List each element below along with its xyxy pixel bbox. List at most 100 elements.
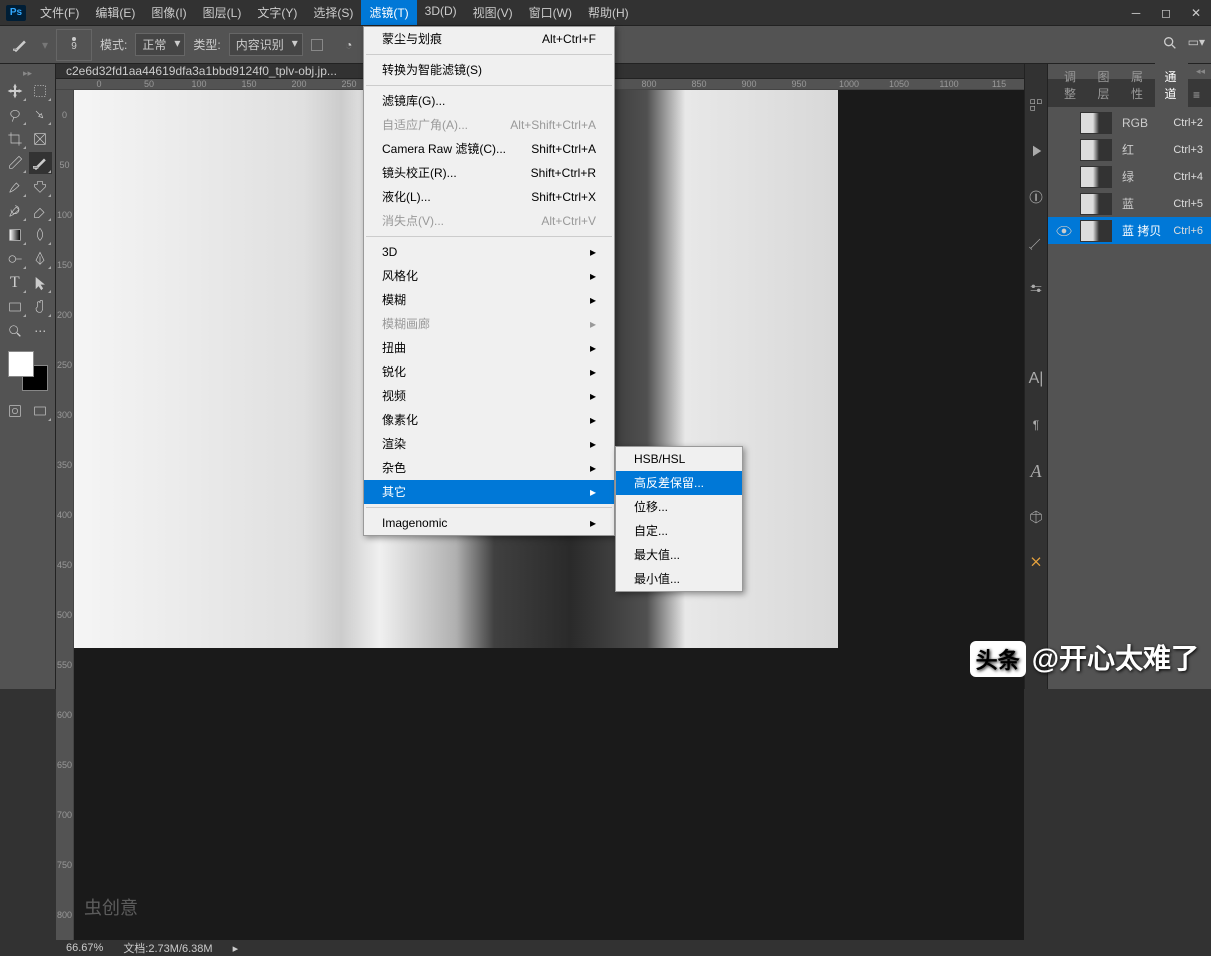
menu-row[interactable]: 锐化▸: [364, 360, 614, 384]
submenu-row[interactable]: 高反差保留...: [616, 471, 742, 495]
menu-bar: 文件(F)编辑(E)图像(I)图层(L)文字(Y)选择(S)滤镜(T)3D(D)…: [32, 0, 637, 25]
healing-brush-icon[interactable]: [6, 31, 34, 59]
edit-toolbar[interactable]: ⋯: [29, 320, 53, 342]
menu-item[interactable]: 窗口(W): [521, 0, 580, 25]
submenu-row[interactable]: 自定...: [616, 519, 742, 543]
menu-item[interactable]: 滤镜(T): [361, 0, 416, 25]
dodge-tool[interactable]: [3, 248, 27, 270]
blur-tool[interactable]: [29, 224, 53, 246]
visibility-eye-icon[interactable]: [1056, 142, 1072, 158]
minimize-button[interactable]: ─: [1121, 0, 1151, 26]
menu-item[interactable]: 文字(Y): [249, 0, 305, 25]
channel-row[interactable]: 蓝 拷贝Ctrl+6: [1048, 217, 1211, 244]
panel-tab[interactable]: 调整: [1054, 63, 1088, 107]
tools-preset-panel-icon[interactable]: [1025, 552, 1047, 574]
character-panel-icon[interactable]: A|: [1025, 368, 1047, 390]
channel-row[interactable]: RGBCtrl+2: [1048, 109, 1211, 136]
menu-row[interactable]: 其它▸: [364, 480, 614, 504]
brush-settings-panel-icon[interactable]: [1025, 278, 1047, 300]
gradient-tool[interactable]: [3, 224, 27, 246]
screen-mode-tool[interactable]: [29, 400, 53, 422]
brush-tool[interactable]: [3, 176, 27, 198]
menu-row[interactable]: 转换为智能滤镜(S): [364, 58, 614, 82]
crop-tool[interactable]: [3, 128, 27, 150]
document-info[interactable]: 文档:2.73M/6.38M: [123, 940, 212, 956]
menu-row[interactable]: 模糊▸: [364, 288, 614, 312]
marquee-tool[interactable]: [29, 80, 53, 102]
menu-item[interactable]: 图层(L): [195, 0, 250, 25]
lasso-tool[interactable]: [3, 104, 27, 126]
submenu-row[interactable]: 最大值...: [616, 543, 742, 567]
path-selection-tool[interactable]: [29, 272, 53, 294]
brushes-panel-icon[interactable]: [1025, 232, 1047, 254]
menu-row[interactable]: 液化(L)...Shift+Ctrl+X: [364, 185, 614, 209]
panel-menu-icon[interactable]: ≡: [1188, 83, 1205, 107]
pressure-size-icon[interactable]: ◔: [335, 31, 363, 59]
channel-row[interactable]: 红Ctrl+3: [1048, 136, 1211, 163]
visibility-eye-icon[interactable]: [1056, 169, 1072, 185]
menu-row[interactable]: 杂色▸: [364, 456, 614, 480]
eyedropper-tool[interactable]: [3, 152, 27, 174]
zoom-tool[interactable]: [3, 320, 27, 342]
menu-row[interactable]: 滤镜库(G)...: [364, 89, 614, 113]
clone-stamp-tool[interactable]: [29, 176, 53, 198]
play-panel-icon[interactable]: [1025, 140, 1047, 162]
menu-item[interactable]: 帮助(H): [580, 0, 637, 25]
menu-row[interactable]: 像素化▸: [364, 408, 614, 432]
foreground-color[interactable]: [8, 351, 34, 377]
menu-row[interactable]: 3D▸: [364, 240, 614, 264]
visibility-eye-icon[interactable]: [1056, 115, 1072, 131]
panel-tab[interactable]: 通道: [1155, 63, 1189, 107]
healing-brush-tool[interactable]: [29, 152, 53, 174]
panel-tab[interactable]: 属性: [1121, 63, 1155, 107]
glyphs-panel-icon[interactable]: A: [1025, 460, 1047, 482]
quick-selection-tool[interactable]: [29, 104, 53, 126]
type-select[interactable]: 内容识别 ▾: [229, 33, 303, 56]
move-tool[interactable]: [3, 80, 27, 102]
info-panel-icon[interactable]: i: [1025, 186, 1047, 208]
status-arrow-icon[interactable]: ▸: [233, 942, 239, 955]
hand-tool[interactable]: [29, 296, 53, 318]
search-icon[interactable]: [1162, 35, 1178, 54]
submenu-row[interactable]: 位移...: [616, 495, 742, 519]
brush-preset-picker[interactable]: 9: [56, 29, 92, 61]
close-button[interactable]: ✕: [1181, 0, 1211, 26]
maximize-button[interactable]: ◻: [1151, 0, 1181, 26]
menu-row[interactable]: 渲染▸: [364, 432, 614, 456]
menu-row[interactable]: 风格化▸: [364, 264, 614, 288]
menu-row[interactable]: 蒙尘与划痕Alt+Ctrl+F: [364, 27, 614, 51]
channel-row[interactable]: 绿Ctrl+4: [1048, 163, 1211, 190]
history-panel-icon[interactable]: [1025, 94, 1047, 116]
rectangle-tool[interactable]: [3, 296, 27, 318]
menu-item[interactable]: 选择(S): [305, 0, 361, 25]
sample-all-layers-checkbox[interactable]: [311, 39, 323, 51]
workspace-switcher-icon[interactable]: ▭▾: [1188, 35, 1205, 54]
frame-tool[interactable]: [29, 128, 53, 150]
menu-item[interactable]: 3D(D): [417, 0, 465, 25]
submenu-row[interactable]: HSB/HSL: [616, 447, 742, 471]
visibility-eye-icon[interactable]: [1056, 223, 1072, 239]
color-swatches[interactable]: [8, 351, 48, 391]
history-brush-tool[interactable]: [3, 200, 27, 222]
menu-row[interactable]: 视频▸: [364, 384, 614, 408]
eraser-tool[interactable]: [29, 200, 53, 222]
menu-row[interactable]: 镜头校正(R)...Shift+Ctrl+R: [364, 161, 614, 185]
menu-row[interactable]: 扭曲▸: [364, 336, 614, 360]
pen-tool[interactable]: [29, 248, 53, 270]
menu-row[interactable]: Camera Raw 滤镜(C)...Shift+Ctrl+A: [364, 137, 614, 161]
menu-item[interactable]: 编辑(E): [87, 0, 143, 25]
paragraph-panel-icon[interactable]: ¶: [1025, 414, 1047, 436]
mode-select[interactable]: 正常 ▾: [135, 33, 185, 56]
panel-tab[interactable]: 图层: [1088, 63, 1122, 107]
quick-mask-tool[interactable]: [3, 400, 27, 422]
menu-row[interactable]: Imagenomic▸: [364, 511, 614, 535]
menu-item[interactable]: 文件(F): [32, 0, 87, 25]
zoom-level[interactable]: 66.67%: [66, 942, 103, 954]
3d-panel-icon[interactable]: [1025, 506, 1047, 528]
submenu-row[interactable]: 最小值...: [616, 567, 742, 591]
channel-row[interactable]: 蓝Ctrl+5: [1048, 190, 1211, 217]
type-tool[interactable]: T: [3, 272, 27, 294]
menu-item[interactable]: 图像(I): [143, 0, 194, 25]
menu-item[interactable]: 视图(V): [465, 0, 521, 25]
visibility-eye-icon[interactable]: [1056, 196, 1072, 212]
